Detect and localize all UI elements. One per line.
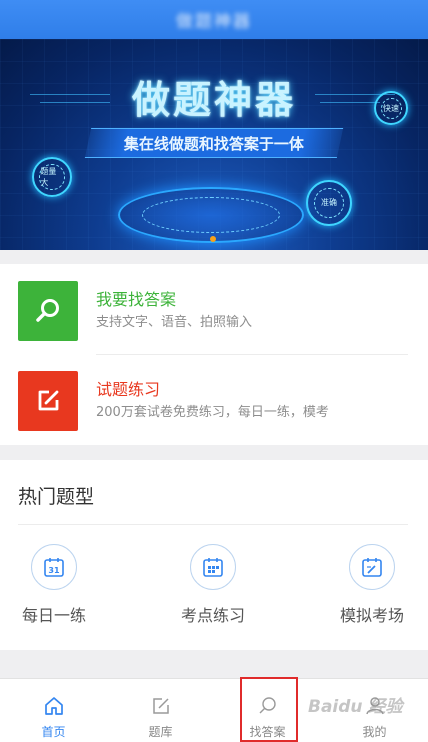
feature-find-answer[interactable]: 我要找答案 支持文字、语音、拍照输入 (18, 280, 410, 342)
title-bar: 做题神器 (0, 0, 428, 39)
hot-types-section: 热门题型 31 每日一练 考点练习 模拟考场 (0, 460, 428, 650)
carousel-indicator[interactable] (210, 236, 216, 242)
divider (96, 354, 408, 355)
nav-label: 我的 (362, 725, 387, 739)
nav-item-find-answer[interactable]: 找答案 (214, 679, 321, 742)
app-title: 做题神器 (176, 12, 252, 32)
hot-item-mock-exam[interactable]: 模拟考场 (326, 544, 418, 626)
calendar-grid-icon (190, 544, 236, 590)
feature-desc: 200万套试卷免费练习，每日一练，模考 (96, 405, 329, 420)
hot-item-topic-practice[interactable]: 考点练习 (167, 544, 259, 626)
badge-ring: 准确 (306, 180, 352, 226)
banner-subtitle-ribbon: 集在线做题和找答案于一体 (84, 128, 344, 158)
search-icon (214, 679, 321, 719)
watermark: Baidu 经验 (308, 697, 403, 717)
calendar-31-icon: 31 (31, 544, 77, 590)
banner-subtitle: 集在线做题和找答案于一体 (123, 134, 304, 153)
feature-desc: 支持文字、语音、拍照输入 (96, 315, 253, 330)
nav-item-home[interactable]: 首页 (0, 679, 107, 742)
feature-card: 我要找答案 支持文字、语音、拍照输入 试题练习 200万套试卷免费练习，每日一练… (0, 264, 428, 445)
feature-title: 我要找答案 (96, 290, 177, 309)
edit-icon (18, 371, 78, 431)
hot-item-daily-practice[interactable]: 31 每日一练 (8, 544, 100, 626)
banner-title: 做题神器 (131, 78, 296, 122)
calendar-edit-icon (349, 544, 395, 590)
nav-label: 找答案 (249, 725, 286, 739)
hot-item-label: 每日一练 (21, 606, 86, 625)
nav-label: 首页 (41, 725, 66, 739)
badge-label: 快速 (383, 103, 399, 113)
search-icon (18, 281, 78, 341)
hot-item-label: 考点练习 (180, 606, 245, 625)
promo-banner[interactable]: 做题神器 集在线做题和找答案于一体 题量大 快速 准确 (0, 39, 428, 250)
divider (18, 524, 408, 525)
feature-practice[interactable]: 试题练习 200万套试卷免费练习，每日一练，模考 (18, 370, 410, 432)
svg-text:31: 31 (48, 566, 60, 575)
badge-ring: 快速 (374, 91, 408, 125)
feature-title: 试题练习 (96, 380, 161, 399)
badge-ring: 题量大 (32, 157, 72, 197)
section-title: 热门题型 (18, 486, 95, 508)
home-icon (0, 679, 107, 719)
badge-label: 准确 (320, 198, 337, 208)
nav-label: 题库 (148, 725, 173, 739)
badge-label: 题量大 (40, 167, 57, 187)
hot-item-label: 模拟考场 (339, 606, 404, 625)
edit-icon (107, 679, 214, 719)
nav-item-question-bank[interactable]: 题库 (107, 679, 214, 742)
